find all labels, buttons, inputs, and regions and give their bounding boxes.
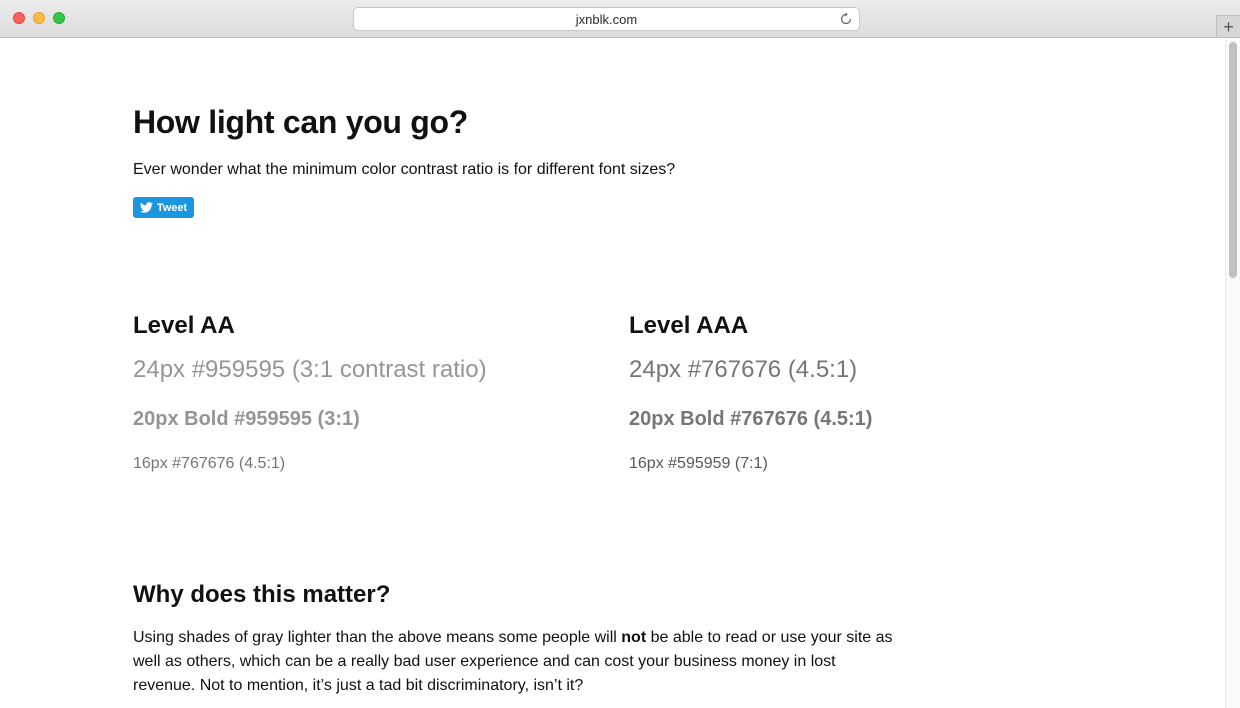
aaa-sample-16px: 16px #595959 (7:1) bbox=[629, 455, 768, 472]
scrollbar-thumb[interactable] bbox=[1229, 42, 1237, 278]
close-window-button[interactable] bbox=[13, 12, 25, 24]
page-title: How light can you go? bbox=[133, 104, 469, 140]
aaa-sample-24px: 24px #767676 (4.5:1) bbox=[629, 356, 858, 383]
reload-icon[interactable] bbox=[839, 12, 853, 26]
url-text: jxnblk.com bbox=[575, 11, 638, 27]
minimize-window-button[interactable] bbox=[33, 12, 45, 24]
browser-toolbar: jxnblk.com + bbox=[0, 0, 1240, 38]
zoom-window-button[interactable] bbox=[53, 12, 65, 24]
aa-sample-16px: 16px #767676 (4.5:1) bbox=[133, 455, 286, 472]
aaa-sample-20px-bold: 20px Bold #767676 (4.5:1) bbox=[629, 408, 873, 430]
why-emphasis: not bbox=[621, 629, 647, 646]
vertical-scrollbar[interactable] bbox=[1225, 38, 1240, 708]
why-text-start: Using shades of gray lighter than the ab… bbox=[133, 629, 622, 646]
aa-sample-20px-bold: 20px Bold #959595 (3:1) bbox=[133, 408, 360, 430]
why-paragraph: Using shades of gray lighter than the ab… bbox=[133, 626, 893, 698]
level-aaa-title: Level AAA bbox=[629, 312, 749, 339]
twitter-bird-icon bbox=[139, 202, 153, 213]
tweet-button[interactable]: Tweet bbox=[133, 197, 194, 218]
aa-sample-24px: 24px #959595 (3:1 contrast ratio) bbox=[133, 356, 487, 383]
intro-text: Ever wonder what the minimum color contr… bbox=[133, 161, 676, 178]
tweet-label: Tweet bbox=[156, 201, 188, 214]
why-section-title: Why does this matter? bbox=[133, 581, 391, 608]
new-tab-button[interactable]: + bbox=[1216, 15, 1240, 37]
address-bar[interactable]: jxnblk.com bbox=[353, 7, 860, 31]
level-aa-title: Level AA bbox=[133, 312, 235, 339]
